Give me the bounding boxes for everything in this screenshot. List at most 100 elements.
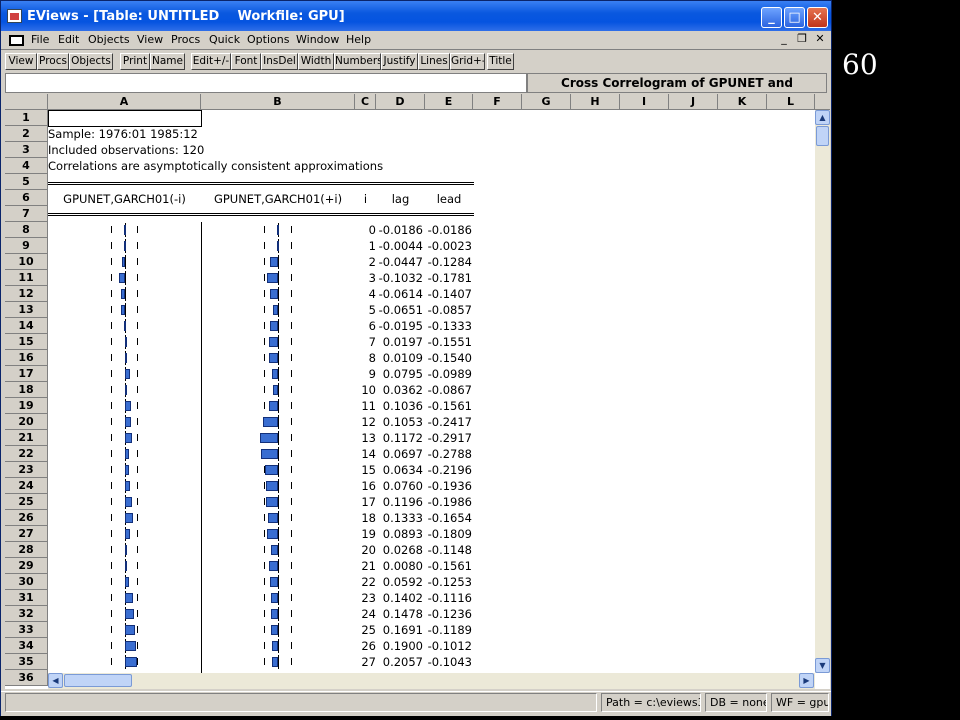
row-header-18[interactable]: 18 (5, 382, 48, 398)
selected-cell-a1[interactable] (48, 110, 202, 127)
row-header-20[interactable]: 20 (5, 414, 48, 430)
menu-file[interactable]: File (31, 33, 49, 46)
menu-help[interactable]: Help (346, 33, 371, 46)
row-header-6[interactable]: 6 (5, 190, 48, 206)
scroll-right-arrow-icon[interactable]: ▶ (799, 673, 814, 688)
column-header-c[interactable]: C (355, 94, 376, 110)
scroll-down-arrow-icon[interactable]: ▼ (815, 658, 830, 673)
mdi-restore-button[interactable]: ❐ (793, 32, 811, 48)
lag-confidence-band-tick (111, 482, 112, 489)
row-header-30[interactable]: 30 (5, 574, 48, 590)
toolbar-grid-button[interactable]: Grid+- (450, 53, 485, 70)
row-header-25[interactable]: 25 (5, 494, 48, 510)
vertical-scroll-thumb[interactable] (816, 126, 829, 146)
maximize-button[interactable]: □ (784, 7, 805, 28)
row-header-5[interactable]: 5 (5, 174, 48, 190)
column-header-i[interactable]: I (620, 94, 669, 110)
menu-objects[interactable]: Objects (88, 33, 130, 46)
title-bar[interactable]: EViews - [Table: UNTITLED Workfile: GPU]… (1, 1, 831, 31)
slide-number: 60 (842, 48, 878, 81)
row-header-23[interactable]: 23 (5, 462, 48, 478)
column-header-l[interactable]: L (767, 94, 815, 110)
scroll-up-arrow-icon[interactable]: ▲ (815, 110, 830, 125)
column-header-e[interactable]: E (425, 94, 473, 110)
lead-zero-axis (278, 271, 279, 285)
toolbar-numbers-button[interactable]: Numbers (334, 53, 381, 70)
row-header-16[interactable]: 16 (5, 350, 48, 366)
toolbar-insdel-button[interactable]: InsDel (261, 53, 298, 70)
column-header-f[interactable]: F (473, 94, 522, 110)
row-header-12[interactable]: 12 (5, 286, 48, 302)
row-header-11[interactable]: 11 (5, 270, 48, 286)
lag-confidence-band-tick (137, 338, 138, 345)
row-header-15[interactable]: 15 (5, 334, 48, 350)
lead-confidence-band-tick (291, 578, 292, 585)
row-header-26[interactable]: 26 (5, 510, 48, 526)
row-header-33[interactable]: 33 (5, 622, 48, 638)
row-header-32[interactable]: 32 (5, 606, 48, 622)
menu-view[interactable]: View (137, 33, 163, 46)
toolbar-procs-button[interactable]: Procs (37, 53, 69, 70)
index-value: 22 (361, 575, 376, 589)
row-header-22[interactable]: 22 (5, 446, 48, 462)
column-header-a[interactable]: A (48, 94, 201, 110)
row-header-7[interactable]: 7 (5, 206, 48, 222)
row-header-14[interactable]: 14 (5, 318, 48, 334)
horizontal-scrollbar[interactable]: ◀ ▶ (48, 673, 815, 689)
column-header-k[interactable]: K (718, 94, 767, 110)
lag-confidence-band-tick (137, 626, 138, 633)
vertical-scrollbar[interactable]: ▲ ▼ (815, 110, 830, 673)
eviews-app-icon[interactable] (7, 9, 22, 23)
lead-zero-axis (278, 575, 279, 589)
toolbar-font-button[interactable]: Font (231, 53, 261, 70)
row-header-4[interactable]: 4 (5, 158, 48, 174)
spreadsheet-grid[interactable]: A B C D E F G H I J K L 1 2 3 4 5 6 7 8 9 10 11 12 1… (5, 94, 830, 689)
toolbar-justify-button[interactable]: Justify (381, 53, 418, 70)
menu-options[interactable]: Options (247, 33, 289, 46)
column-header-b[interactable]: B (201, 94, 355, 110)
menu-quick[interactable]: Quick (209, 33, 240, 46)
row-header-19[interactable]: 19 (5, 398, 48, 414)
row-header-29[interactable]: 29 (5, 558, 48, 574)
row-header-8[interactable]: 8 (5, 222, 48, 238)
scroll-left-arrow-icon[interactable]: ◀ (48, 673, 63, 688)
row-header-34[interactable]: 34 (5, 638, 48, 654)
menu-edit[interactable]: Edit (58, 33, 79, 46)
column-header-g[interactable]: G (522, 94, 571, 110)
row-header-28[interactable]: 28 (5, 542, 48, 558)
toolbar-view-button[interactable]: View (5, 53, 37, 70)
toolbar-name-button[interactable]: Name (150, 53, 185, 70)
mdi-minimize-button[interactable]: _ (775, 32, 793, 48)
row-header-24[interactable]: 24 (5, 478, 48, 494)
horizontal-scroll-thumb[interactable] (64, 674, 132, 687)
minimize-button[interactable]: _ (761, 7, 782, 28)
row-header-1[interactable]: 1 (5, 110, 48, 126)
row-header-36[interactable]: 36 (5, 670, 48, 686)
toolbar-edit-button[interactable]: Edit+/- (191, 53, 231, 70)
close-button[interactable]: ✕ (807, 7, 828, 28)
column-header-h[interactable]: H (571, 94, 620, 110)
toolbar-objects-button[interactable]: Objects (69, 53, 113, 70)
row-header-21[interactable]: 21 (5, 430, 48, 446)
row-header-31[interactable]: 31 (5, 590, 48, 606)
toolbar-title-button[interactable]: Title (487, 53, 514, 70)
row-header-2[interactable]: 2 (5, 126, 48, 142)
toolbar-width-button[interactable]: Width (298, 53, 334, 70)
menu-procs[interactable]: Procs (171, 33, 200, 46)
column-header-d[interactable]: D (376, 94, 425, 110)
column-header-j[interactable]: J (669, 94, 718, 110)
row-header-35[interactable]: 35 (5, 654, 48, 670)
row-header-9[interactable]: 9 (5, 238, 48, 254)
row-header-13[interactable]: 13 (5, 302, 48, 318)
document-system-icon[interactable] (9, 35, 24, 46)
toolbar-print-button[interactable]: Print (120, 53, 150, 70)
row-header-17[interactable]: 17 (5, 366, 48, 382)
mdi-close-button[interactable]: ✕ (811, 32, 829, 48)
cell-edit-field[interactable] (5, 73, 527, 93)
menu-window[interactable]: Window (296, 33, 339, 46)
select-all-corner[interactable] (5, 94, 48, 110)
row-header-3[interactable]: 3 (5, 142, 48, 158)
toolbar-lines-button[interactable]: Lines (418, 53, 450, 70)
row-header-27[interactable]: 27 (5, 526, 48, 542)
row-header-10[interactable]: 10 (5, 254, 48, 270)
